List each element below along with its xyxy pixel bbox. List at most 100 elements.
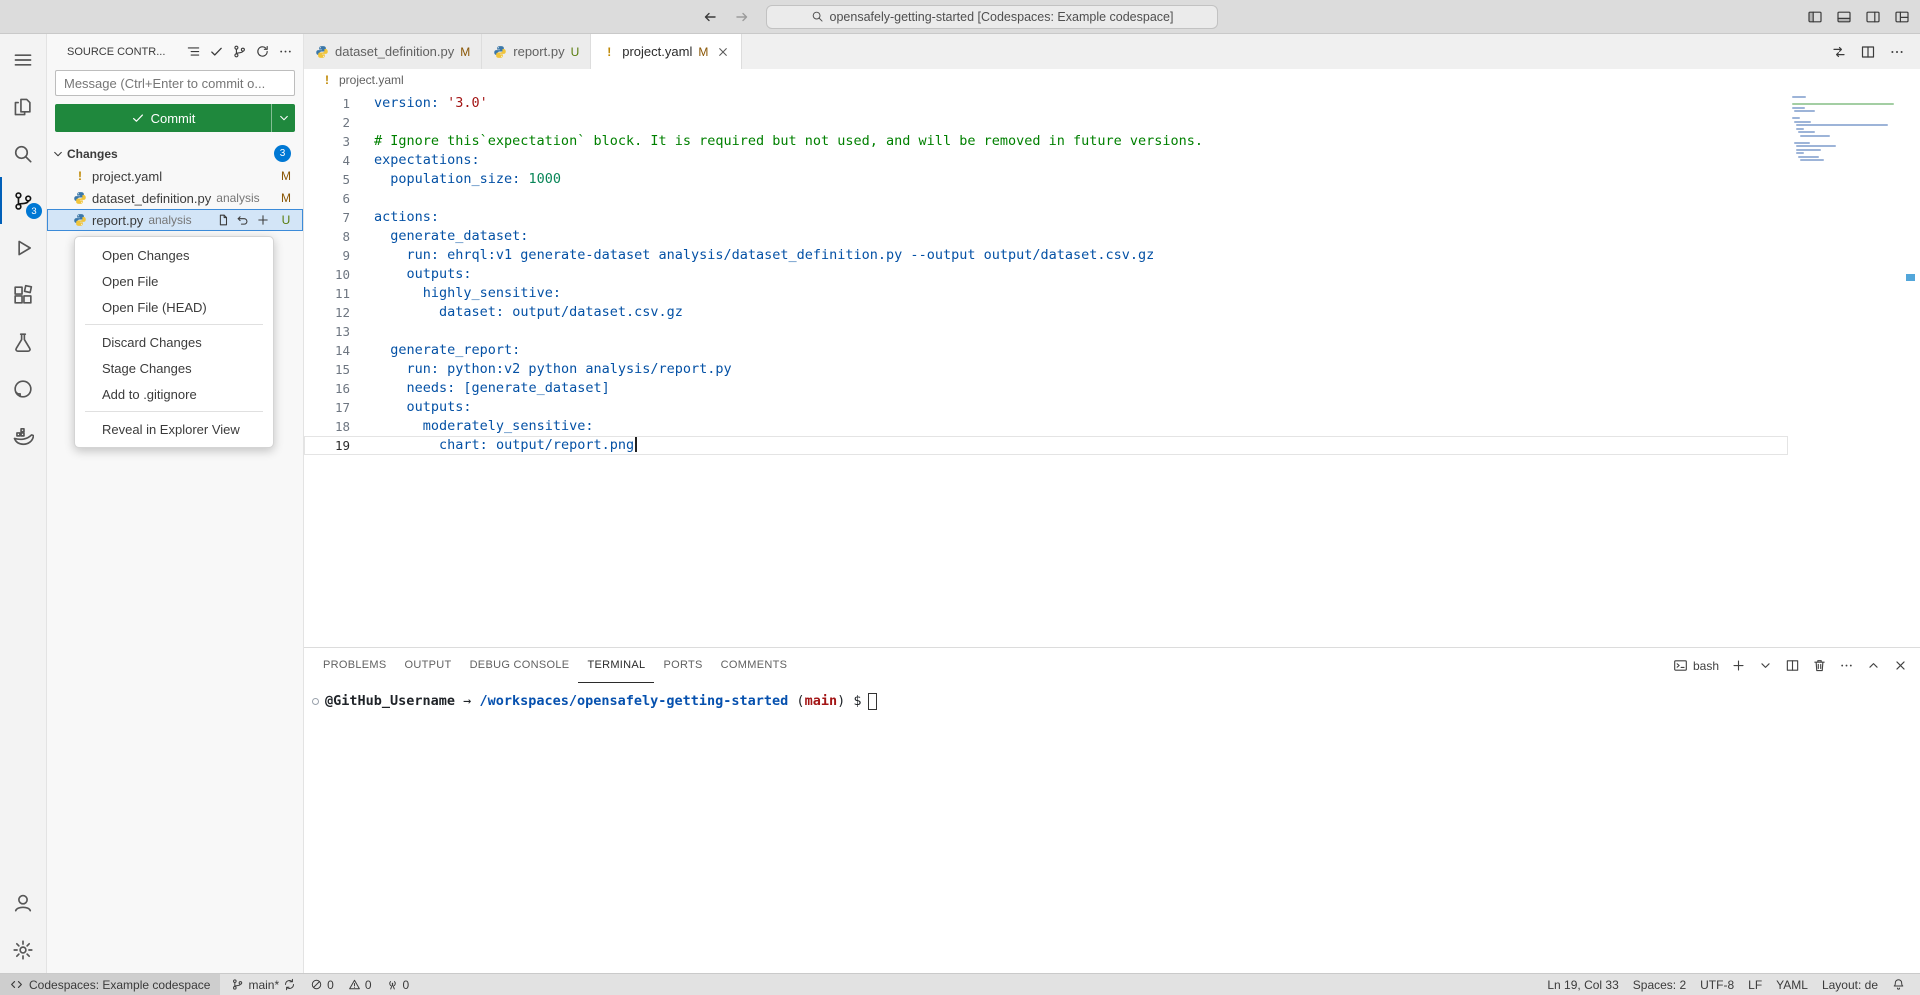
- line-number: 9: [304, 246, 350, 265]
- panel-tab[interactable]: TERMINAL: [578, 648, 654, 683]
- line-number: 19: [304, 436, 350, 455]
- breadcrumb[interactable]: ! project.yaml: [304, 69, 1920, 91]
- activitybar-source-control[interactable]: 3: [0, 177, 46, 224]
- run-debug-icon: [12, 237, 34, 259]
- search-icon: [12, 143, 34, 165]
- toggle-sidebar-icon[interactable]: [1807, 9, 1823, 25]
- back-arrow-icon[interactable]: [702, 9, 718, 25]
- activitybar-github[interactable]: [0, 365, 46, 412]
- status-ports[interactable]: 0: [379, 978, 417, 992]
- branch-icon[interactable]: [232, 44, 247, 59]
- code-line: 4expectations:: [304, 151, 1920, 170]
- activitybar-docker[interactable]: [0, 412, 46, 459]
- activitybar-search[interactable]: [0, 130, 46, 177]
- status-keyboard-layout[interactable]: Layout: de: [1815, 978, 1885, 992]
- terminal[interactable]: @GitHub_Username → /workspaces/opensafel…: [304, 683, 1920, 973]
- menu-item[interactable]: Discard Changes: [75, 329, 273, 355]
- open-changes-icon[interactable]: [1831, 44, 1847, 60]
- panel-tab[interactable]: OUTPUT: [396, 648, 461, 683]
- status-warnings[interactable]: 0: [341, 978, 379, 992]
- new-terminal-plus-icon[interactable]: [1731, 658, 1746, 673]
- error-icon: [310, 978, 323, 991]
- activitybar-run-debug[interactable]: [0, 224, 46, 271]
- status-encoding[interactable]: UTF-8: [1693, 978, 1741, 992]
- discard-icon[interactable]: [236, 213, 250, 227]
- commit-check-icon[interactable]: [209, 44, 224, 59]
- more-actions-icon[interactable]: [278, 44, 293, 59]
- changes-label: Changes: [67, 147, 118, 161]
- line-number: 6: [304, 189, 350, 208]
- close-panel-icon[interactable]: [1893, 658, 1908, 673]
- view-as-list-icon[interactable]: [186, 44, 201, 59]
- split-editor-icon[interactable]: [1860, 44, 1876, 60]
- activitybar-extensions[interactable]: [0, 271, 46, 318]
- editor-tab[interactable]: !project.yamlM: [591, 34, 742, 69]
- tab-label: project.yaml: [622, 44, 692, 59]
- activitybar-testing[interactable]: [0, 318, 46, 365]
- status-notifications[interactable]: [1885, 978, 1912, 991]
- forward-arrow-icon[interactable]: [734, 9, 750, 25]
- more-actions-icon[interactable]: [1889, 44, 1905, 60]
- panel-more-icon[interactable]: [1839, 658, 1854, 673]
- menu-item[interactable]: Open File: [75, 268, 273, 294]
- menu-item[interactable]: Stage Changes: [75, 355, 273, 381]
- yaml-file-icon: !: [320, 73, 334, 87]
- changes-section-header[interactable]: Changes 3: [47, 142, 303, 165]
- status-language-mode[interactable]: YAML: [1769, 978, 1815, 992]
- status-eol[interactable]: LF: [1741, 978, 1769, 992]
- scm-change-row[interactable]: !project.yamlM: [47, 165, 303, 187]
- bell-icon: [1892, 978, 1905, 991]
- code-line: 13: [304, 322, 1920, 341]
- chevron-down-icon: [51, 147, 65, 161]
- terminal-profile[interactable]: bash: [1673, 658, 1719, 673]
- editor-tab[interactable]: report.pyU: [482, 34, 591, 69]
- line-number: 1: [304, 94, 350, 113]
- toggle-panel-icon[interactable]: [1836, 9, 1852, 25]
- toggle-secondary-sidebar-icon[interactable]: [1865, 9, 1881, 25]
- activitybar-explorer[interactable]: [0, 83, 46, 130]
- git-status-badge: M: [460, 45, 470, 59]
- kill-terminal-trash-icon[interactable]: [1812, 658, 1827, 673]
- activitybar-settings[interactable]: [0, 926, 46, 973]
- scm-change-row[interactable]: report.pyanalysisU: [47, 209, 303, 231]
- menu-separator: [85, 324, 263, 325]
- code-editor[interactable]: 1version: '3.0'23# Ignore this`expectati…: [304, 91, 1920, 647]
- status-errors[interactable]: 0: [303, 978, 341, 992]
- code-line: 17 outputs:: [304, 398, 1920, 417]
- panel-tab[interactable]: DEBUG CONSOLE: [461, 648, 579, 683]
- status-branch-status[interactable]: main*: [224, 978, 303, 992]
- menu-item[interactable]: Reveal in Explorer View: [75, 416, 273, 442]
- titlebar: opensafely-getting-started [Codespaces: …: [0, 0, 1920, 34]
- panel-tab[interactable]: PORTS: [654, 648, 711, 683]
- split-terminal-icon[interactable]: [1785, 658, 1800, 673]
- panel-header: PROBLEMSOUTPUTDEBUG CONSOLETERMINALPORTS…: [304, 648, 1920, 683]
- status-bar: Codespaces: Example codespace main*000 L…: [0, 973, 1920, 995]
- terminal-dropdown-chevron-icon[interactable]: [1758, 658, 1773, 673]
- activitybar-accounts[interactable]: [0, 879, 46, 926]
- stage-plus-icon[interactable]: [256, 213, 270, 227]
- command-center-search[interactable]: opensafely-getting-started [Codespaces: …: [766, 5, 1218, 29]
- panel-tab[interactable]: PROBLEMS: [314, 648, 396, 683]
- commit-message-input[interactable]: [55, 70, 295, 96]
- file-name: project.yaml: [92, 169, 162, 184]
- editor-tab[interactable]: dataset_definition.pyM: [304, 34, 482, 69]
- panel-tab[interactable]: COMMENTS: [712, 648, 797, 683]
- menu-item[interactable]: Add to .gitignore: [75, 381, 273, 407]
- remote-indicator[interactable]: Codespaces: Example codespace: [0, 974, 220, 995]
- commit-button[interactable]: Commit: [55, 104, 295, 132]
- minimap[interactable]: [1792, 96, 1898, 163]
- menu-item[interactable]: Open Changes: [75, 242, 273, 268]
- docker-icon: [12, 425, 34, 447]
- customize-layout-icon[interactable]: [1894, 9, 1910, 25]
- commit-dropdown-button[interactable]: [271, 104, 295, 132]
- activitybar-menu[interactable]: [0, 36, 46, 83]
- close-icon[interactable]: [716, 45, 730, 59]
- menu-item[interactable]: Open File (HEAD): [75, 294, 273, 320]
- commit-button-main[interactable]: Commit: [55, 104, 271, 132]
- scm-change-row[interactable]: dataset_definition.pyanalysisM: [47, 187, 303, 209]
- goto-file-icon[interactable]: [216, 213, 230, 227]
- status-indentation[interactable]: Spaces: 2: [1626, 978, 1693, 992]
- status-cursor-position[interactable]: Ln 19, Col 33: [1540, 978, 1625, 992]
- refresh-icon[interactable]: [255, 44, 270, 59]
- maximize-panel-chevron-icon[interactable]: [1866, 658, 1881, 673]
